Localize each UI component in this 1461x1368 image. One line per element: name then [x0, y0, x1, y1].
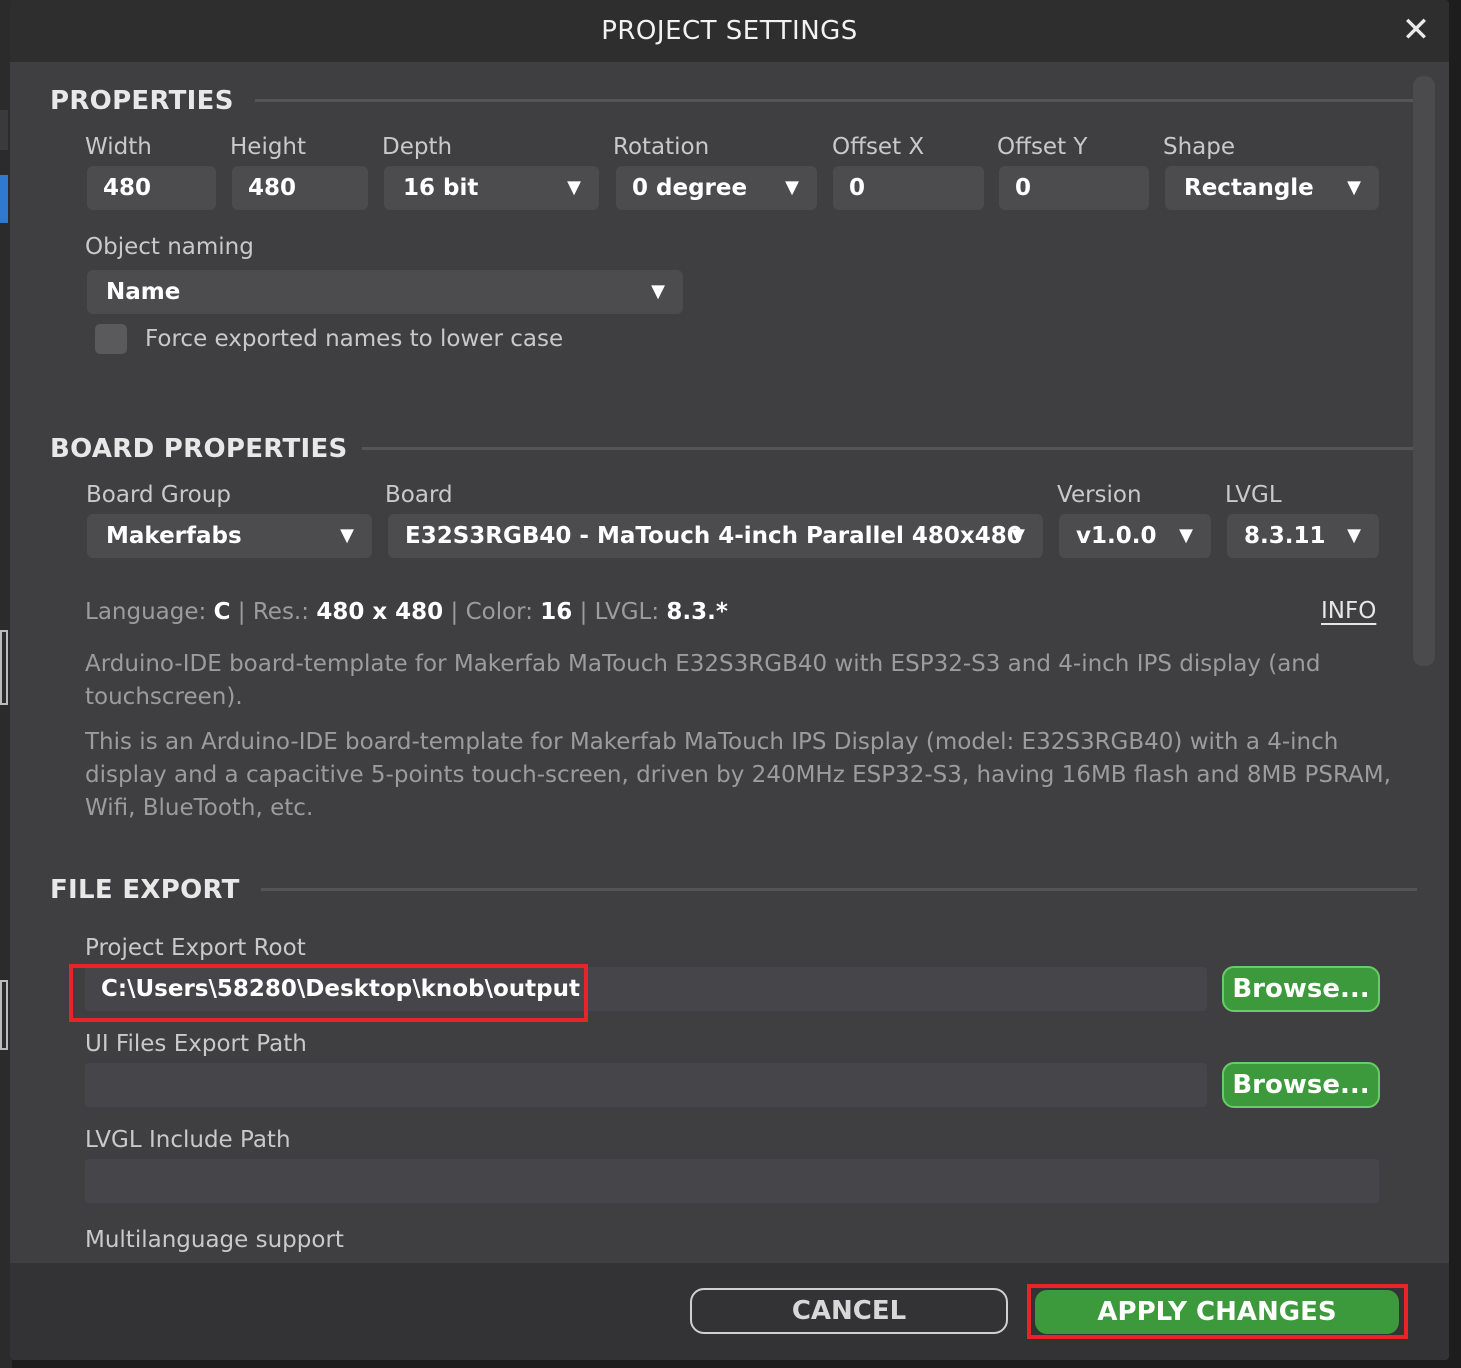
version-dropdown[interactable]: v1.0.0 ▼ [1059, 514, 1211, 558]
lvgl-include-input[interactable] [85, 1159, 1379, 1203]
lvgl-label: LVGL [1225, 482, 1282, 508]
lvgl-info-value: 8.3.* [666, 599, 728, 625]
shape-value: Rectangle [1184, 175, 1314, 201]
depth-dropdown[interactable]: 16 bit ▼ [384, 166, 599, 210]
rotation-value: 0 degree [632, 175, 748, 201]
section-divider [362, 447, 1413, 450]
lvgl-value: 8.3.11 [1244, 523, 1326, 549]
board-group-value: Makerfabs [106, 523, 242, 549]
object-naming-label: Object naming [85, 234, 254, 260]
lowercase-checkbox-label: Force exported names to lower case [145, 326, 564, 352]
board-dropdown[interactable]: E32S3RGB40 - MaTouch 4-inch Parallel 480… [388, 514, 1043, 558]
language-label: Language: [85, 599, 207, 625]
chevron-down-icon: ▼ [340, 525, 354, 546]
rotation-dropdown[interactable]: 0 degree ▼ [616, 166, 817, 210]
info-link[interactable]: INFO [1321, 598, 1376, 624]
rotation-label: Rotation [613, 134, 710, 160]
object-naming-value: Name [106, 279, 181, 305]
ui-files-path-input[interactable] [85, 1063, 1207, 1107]
chevron-down-icon: ▼ [567, 177, 581, 198]
multilanguage-label: Multilanguage support [85, 1227, 344, 1253]
version-label: Version [1057, 482, 1142, 508]
scrollbar[interactable] [1413, 76, 1435, 666]
highlight-box [1027, 1284, 1408, 1339]
object-naming-dropdown[interactable]: Name ▼ [87, 270, 683, 314]
highlight-box [69, 964, 588, 1022]
lvgl-include-label: LVGL Include Path [85, 1127, 291, 1153]
offset-x-label: Offset X [832, 134, 925, 160]
section-divider [255, 99, 1413, 102]
dialog-titlebar: PROJECT SETTINGS ✕ [10, 0, 1449, 62]
cancel-button[interactable]: CANCEL [690, 1288, 1008, 1334]
browse-ui-files-button[interactable]: Browse... [1222, 1062, 1380, 1108]
ui-files-path-label: UI Files Export Path [85, 1031, 307, 1057]
height-label: Height [230, 134, 307, 160]
offset-y-input[interactable]: 0 [999, 166, 1149, 210]
close-icon[interactable]: ✕ [1401, 12, 1431, 48]
chevron-down-icon: ▼ [1179, 525, 1193, 546]
board-description-long: This is an Arduino-IDE board-template fo… [85, 729, 1391, 821]
lowercase-checkbox[interactable] [95, 324, 127, 354]
background-fragment [0, 980, 8, 1050]
language-value: C [213, 599, 231, 625]
height-input[interactable]: 480 [232, 166, 368, 210]
version-value: v1.0.0 [1076, 523, 1157, 549]
export-root-label: Project Export Root [85, 935, 306, 961]
chevron-down-icon: ▼ [1347, 525, 1361, 546]
depth-value: 16 bit [403, 175, 479, 201]
shape-dropdown[interactable]: Rectangle ▼ [1165, 166, 1379, 210]
background-fragment [0, 175, 8, 223]
chevron-down-icon: ▼ [1347, 177, 1361, 198]
resolution-value: 480 x 480 [316, 599, 444, 625]
depth-label: Depth [382, 134, 453, 160]
offset-y-label: Offset Y [997, 134, 1088, 160]
offset-x-input[interactable]: 0 [833, 166, 984, 210]
lvgl-dropdown[interactable]: 8.3.11 ▼ [1227, 514, 1379, 558]
color-value: 16 [540, 599, 573, 625]
chevron-down-icon: ▼ [785, 177, 799, 198]
separator: | [237, 599, 246, 625]
background-fragment [0, 110, 8, 150]
width-input[interactable]: 480 [87, 166, 216, 210]
browse-export-root-button[interactable]: Browse... [1222, 966, 1380, 1012]
board-summary: Language: C | Res.: 480 x 480 | Color: 1… [85, 596, 728, 629]
board-value: E32S3RGB40 - MaTouch 4-inch Parallel 480… [405, 523, 1023, 549]
background-fragment [0, 630, 8, 705]
board-group-dropdown[interactable]: Makerfabs ▼ [87, 514, 372, 558]
width-label: Width [85, 134, 152, 160]
separator: | [579, 599, 588, 625]
chevron-down-icon: ▼ [1011, 525, 1025, 546]
project-settings-dialog: PROJECT SETTINGS ✕ PROPERTIES Width 480 … [10, 0, 1449, 1360]
board-section-title: BOARD PROPERTIES [50, 434, 348, 464]
lvgl-info-label: LVGL: [594, 599, 660, 625]
color-label: Color: [465, 599, 533, 625]
dialog-title: PROJECT SETTINGS [601, 16, 858, 46]
properties-section-title: PROPERTIES [50, 86, 234, 116]
file-export-section-title: FILE EXPORT [50, 875, 240, 905]
resolution-label: Res.: [252, 599, 309, 625]
separator: | [450, 599, 459, 625]
shape-label: Shape [1163, 134, 1236, 160]
board-group-label: Board Group [86, 482, 231, 508]
chevron-down-icon: ▼ [651, 281, 665, 302]
board-description-short: Arduino-IDE board-template for Makerfab … [85, 651, 1321, 710]
section-divider [261, 888, 1417, 891]
board-label: Board [385, 482, 453, 508]
